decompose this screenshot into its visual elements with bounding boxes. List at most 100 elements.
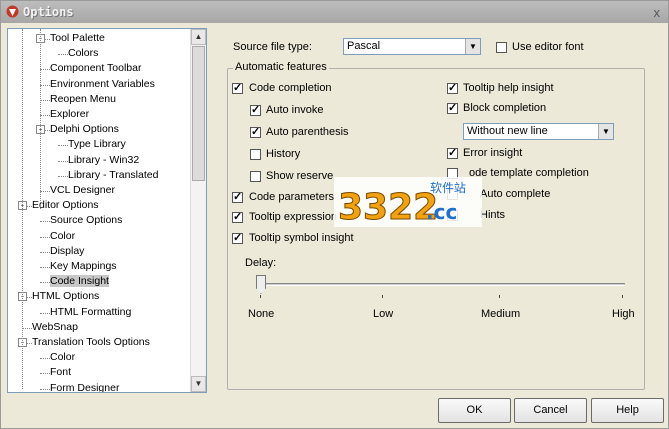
tree-item[interactable]: Environment Variables <box>50 77 155 92</box>
tree-item-label: Translation Tools Options <box>32 336 150 348</box>
tree-item[interactable]: Tool Palette <box>50 31 105 46</box>
tree-item[interactable]: VCL Designer <box>50 183 115 198</box>
hints-label: Hints <box>480 209 506 221</box>
chevron-down-icon[interactable]: ▼ <box>598 124 613 139</box>
slider-tick <box>622 295 623 298</box>
tree-connector <box>58 145 68 147</box>
tree-item[interactable]: Color <box>50 350 75 365</box>
tree-item[interactable]: Colors <box>68 46 98 61</box>
tree-connector <box>40 312 50 314</box>
history-label: History <box>266 148 301 160</box>
scroll-thumb[interactable] <box>192 46 205 181</box>
tree-item[interactable]: Font <box>50 365 71 380</box>
watermark-logo: 3322 .cc 软件站 <box>334 177 482 227</box>
tree-connector <box>40 69 50 71</box>
tree-item[interactable]: Explorer <box>50 107 89 122</box>
tree-scrollbar[interactable]: ▲ ▼ <box>190 29 206 392</box>
tree-item-label: Color <box>50 229 76 242</box>
tree-connector <box>40 236 50 238</box>
tree-connector <box>40 115 50 116</box>
tree-connector <box>40 267 50 268</box>
tooltip-expression-checkbox[interactable] <box>232 210 243 223</box>
history-checkbox[interactable] <box>250 149 261 160</box>
tree-item[interactable]: Type Library <box>68 137 126 152</box>
source-file-type-label: Source file type: <box>233 41 312 53</box>
chevron-down-icon[interactable]: ▼ <box>465 39 480 54</box>
title-bar[interactable]: Options x <box>1 1 668 23</box>
tree-connector <box>40 99 50 101</box>
tooltip-symbol-checkbox[interactable] <box>232 231 243 244</box>
tree-item[interactable]: HTML Options <box>32 289 99 304</box>
tree-item-label: Code Insight <box>50 275 109 288</box>
auto-parenthesis-checkbox[interactable] <box>250 125 261 138</box>
tree-item-label: Component Toolbar <box>50 62 142 75</box>
block-mode-value: Without new line <box>467 125 548 137</box>
tree-item-label: Reopen Menu <box>50 92 116 105</box>
svg-text:3322: 3322 <box>338 187 438 227</box>
cancel-button[interactable]: Cancel <box>514 398 587 423</box>
scroll-down-icon[interactable]: ▼ <box>191 376 206 392</box>
scroll-up-icon[interactable]: ▲ <box>191 29 206 45</box>
tree-connector <box>40 251 50 253</box>
use-editor-font-label: Use editor font <box>512 41 584 53</box>
error-insight-checkbox[interactable] <box>447 146 458 159</box>
tree-item[interactable]: Color <box>50 229 75 244</box>
tooltip-symbol-label: Tooltip symbol insight <box>249 232 354 244</box>
tree-connector <box>58 160 68 162</box>
tree-item[interactable]: HTML Formatting <box>50 305 131 320</box>
source-file-type-value: Pascal <box>347 40 381 52</box>
tree-item[interactable]: Code Insight <box>50 274 109 289</box>
ok-button[interactable]: OK <box>438 398 511 423</box>
tooltip-expression-label: Tooltip expression <box>249 211 338 223</box>
options-tree[interactable]: Tool Palette - Colors Component Toolbar Envi… <box>7 28 207 393</box>
tree-item[interactable]: Library - Win32 <box>68 153 139 168</box>
options-window: Options x Tool Palette - Colors Component T… <box>0 0 669 429</box>
show-reserved-checkbox[interactable] <box>250 171 261 182</box>
tree-item[interactable]: Editor Options <box>32 198 99 213</box>
tree-item[interactable]: Display <box>50 244 84 259</box>
tree-item-label: Color <box>50 351 76 364</box>
delay-slider-track[interactable] <box>259 283 625 286</box>
close-icon[interactable]: x <box>654 5 661 20</box>
tree-item-label: Library - Win32 <box>68 153 140 166</box>
tree-item[interactable]: Source Options <box>50 213 122 228</box>
tree-item-label: Display <box>50 244 85 257</box>
block-completion-checkbox[interactable] <box>447 101 458 114</box>
tree-connector <box>40 373 50 375</box>
tree-item-label: Form Designer <box>50 381 120 393</box>
tree-item-label: Source Options <box>50 214 123 227</box>
tree-item[interactable]: Component Toolbar <box>50 61 141 76</box>
block-mode-select[interactable]: Without new line ▼ <box>463 123 614 140</box>
tree-guide <box>40 29 41 209</box>
tree-item-label: Library - Translated <box>68 168 159 181</box>
code-completion-checkbox[interactable] <box>232 81 243 94</box>
tree-item[interactable]: Key Mappings <box>50 259 117 274</box>
tree-item[interactable]: Delphi Options <box>50 122 119 137</box>
tree-item[interactable]: Form Designer <box>50 381 120 393</box>
app-icon <box>6 5 19 18</box>
tree-connector <box>40 388 50 390</box>
tree-item-label: HTML Formatting <box>50 305 132 318</box>
tree-item[interactable]: Reopen Menu <box>50 92 116 107</box>
tree-item-label: Key Mappings <box>50 260 117 272</box>
auto-complete-label: Auto complete <box>480 188 551 200</box>
auto-invoke-checkbox[interactable] <box>250 103 261 116</box>
code-parameters-checkbox[interactable] <box>232 190 243 203</box>
tree-item-label: Colors <box>68 47 99 60</box>
source-file-type-select[interactable]: Pascal ▼ <box>343 38 481 55</box>
auto-invoke-label: Auto invoke <box>266 104 324 116</box>
use-editor-font-checkbox[interactable] <box>496 42 507 53</box>
help-button[interactable]: Help <box>591 398 664 423</box>
block-completion-label: Block completion <box>463 102 547 114</box>
tree-item[interactable]: Translation Tools Options <box>32 335 150 350</box>
tree-connector <box>40 191 50 192</box>
auto-parenthesis-label: Auto parenthesis <box>266 126 349 138</box>
tree-connector <box>40 221 50 223</box>
tree-item[interactable]: WebSnap <box>32 320 78 335</box>
automatic-features-title: Automatic features <box>233 61 329 73</box>
slider-tick <box>260 295 261 298</box>
tree-connector <box>40 282 50 284</box>
tooltip-help-checkbox[interactable] <box>447 81 458 94</box>
tree-item[interactable]: Library - Translated <box>68 168 158 183</box>
delay-label: Delay: <box>245 257 277 269</box>
